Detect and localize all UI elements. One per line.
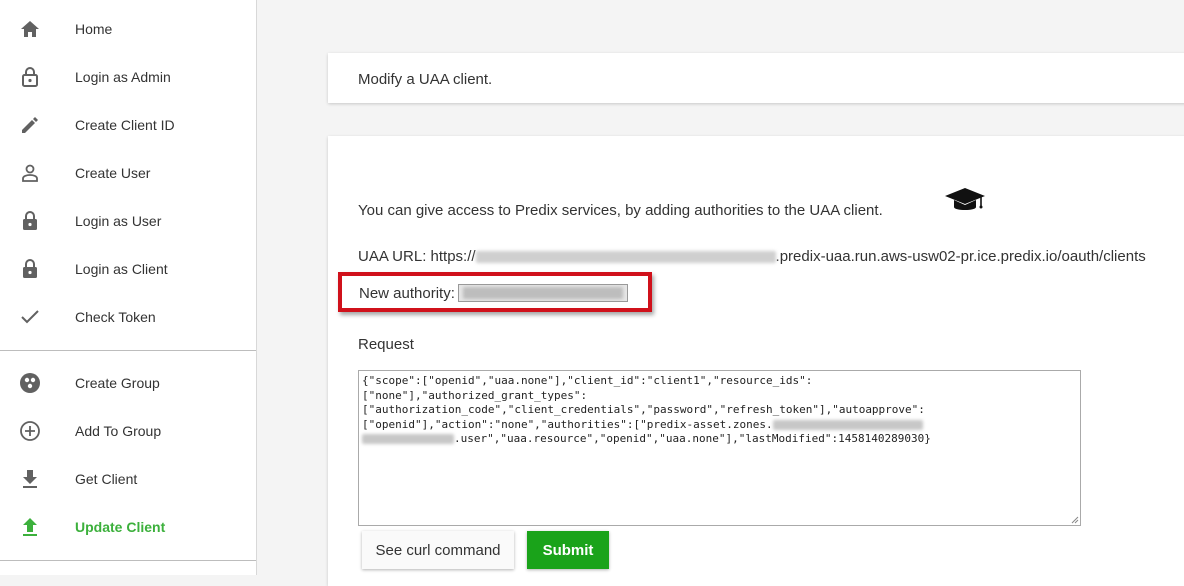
add-circle-icon [19,420,41,442]
sidebar-item-label: Create Group [75,375,160,391]
sidebar-item-label: Login as Admin [75,69,171,85]
see-curl-command-button[interactable]: See curl command [362,531,514,569]
sidebar-item-label: Home [75,21,113,37]
redacted-zone-id [362,434,454,445]
page-title: Modify a UAA client. [358,71,493,88]
sidebar-divider [0,560,256,561]
request-label: Request [358,336,414,353]
sidebar-item-create-client-id[interactable]: Create Client ID [0,101,256,149]
sidebar-item-login-client[interactable]: Login as Client [0,245,256,293]
new-authority-input[interactable] [457,284,628,302]
intro-text: You can give access to Predix services, … [358,202,883,219]
home-icon [19,18,41,40]
sidebar-item-label: Create User [75,165,151,181]
sidebar-item-get-client[interactable]: Get Client [0,455,256,503]
sidebar-item-label: Get Client [75,471,138,487]
sidebar-item-check-token[interactable]: Check Token [0,293,256,341]
sidebar-item-create-group[interactable]: Create Group [0,359,256,407]
sidebar-item-home[interactable]: Home [0,5,256,53]
resize-grip-icon[interactable] [1071,516,1079,524]
download-icon [19,468,41,490]
uaa-url: UAA URL: https:// .predix-uaa.run.aws-usw… [358,248,1146,265]
sidebar-item-label: Update Client [75,519,166,535]
sidebar-item-label: Create Client ID [75,117,175,133]
sidebar-item-login-admin[interactable]: Login as Admin [0,53,256,101]
sidebar-item-login-user[interactable]: Login as User [0,197,256,245]
sidebar-item-update-client[interactable]: Update Client [0,503,256,551]
sidebar-divider [0,350,256,351]
upload-icon [19,516,41,538]
submit-button[interactable]: Submit [527,531,609,569]
lock-icon [19,258,41,280]
uaa-url-suffix: .predix-uaa.run.aws-usw02-pr.ice.predix.… [775,248,1146,265]
sidebar-item-create-user[interactable]: Create User [0,149,256,197]
lock-icon [19,210,41,232]
sidebar-item-label: Login as User [75,213,162,229]
pencil-icon [19,114,41,136]
new-authority-label: New authority: [359,284,455,302]
redacted-zone-id [475,251,776,264]
group-icon [19,372,41,394]
sidebar-item-label: Add To Group [75,423,162,439]
graduation-cap-icon[interactable] [944,186,986,219]
lock-open-icon [19,66,41,88]
form-card: You can give access to Predix services, … [328,136,1184,586]
new-authority-row: New authority: [359,284,628,302]
sidebar-item-label: Check Token [75,309,156,325]
title-card: Modify a UAA client. [328,53,1184,103]
person-icon [19,162,41,184]
redacted-zone-id [772,419,923,430]
request-textarea[interactable]: {"scope":["openid","uaa.none"],"client_i… [358,370,1081,526]
sidebar: Home Login as Admin Create Client ID Cre… [0,0,257,575]
sidebar-item-label: Login as Client [75,261,168,277]
sidebar-item-add-to-group[interactable]: Add To Group [0,407,256,455]
check-icon [19,306,41,328]
request-body-part2: .user","uaa.resource","openid","uaa.none… [454,432,931,446]
uaa-url-label: UAA URL: https:// [358,248,476,265]
